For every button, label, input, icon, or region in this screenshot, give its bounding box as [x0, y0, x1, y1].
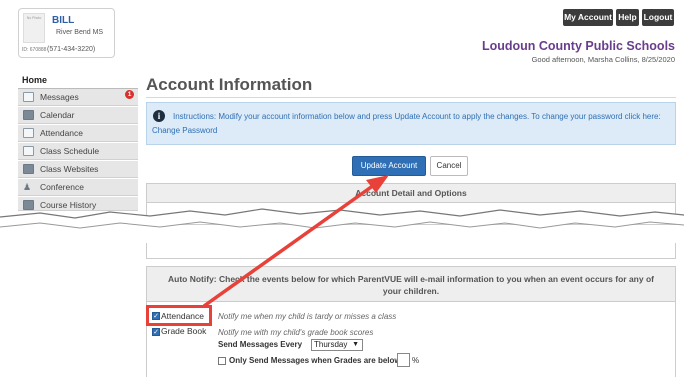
annotation-arrow	[202, 175, 389, 308]
